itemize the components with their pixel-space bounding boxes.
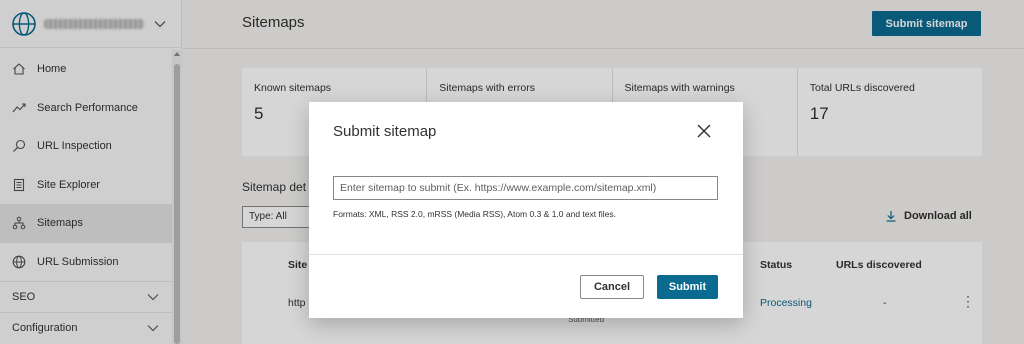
dialog-title: Submit sitemap [333,123,437,140]
cancel-button[interactable]: Cancel [580,275,644,299]
format-hint: Formats: XML, RSS 2.0, mRSS (Media RSS),… [333,209,616,219]
submit-button[interactable]: Submit [657,275,718,299]
dialog-divider [309,254,743,255]
sitemap-url-input[interactable] [333,176,718,200]
close-icon[interactable] [697,124,711,138]
submit-sitemap-dialog: Submit sitemap Formats: XML, RSS 2.0, mR… [309,102,743,318]
